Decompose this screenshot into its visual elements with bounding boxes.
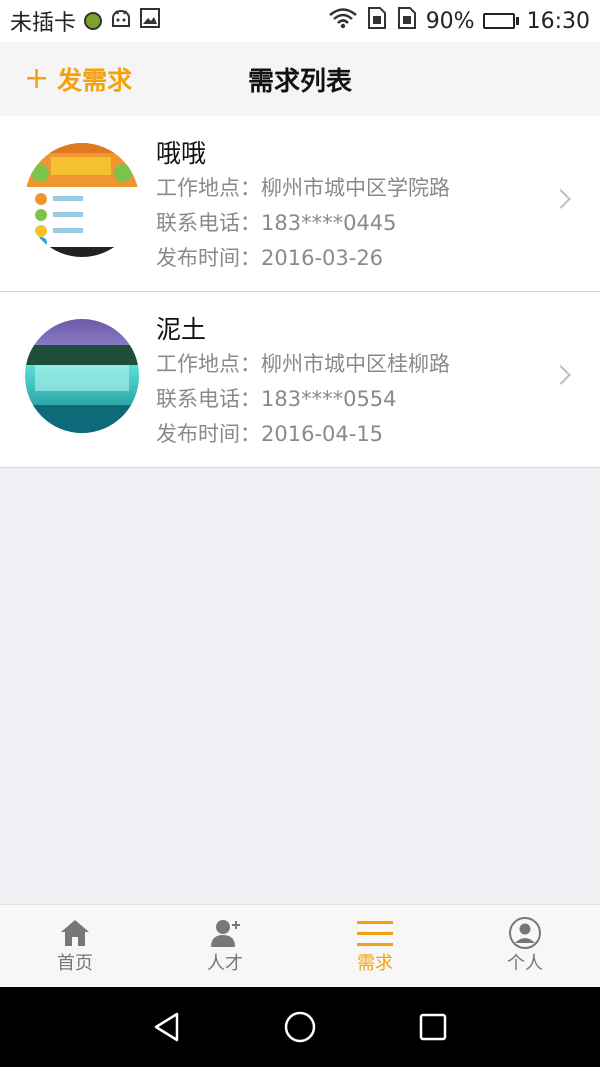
plus-icon: + bbox=[24, 61, 50, 96]
app-screenshot-avatar bbox=[25, 143, 139, 257]
post-demand-label: 发需求 bbox=[57, 66, 133, 95]
item-name: 泥土 bbox=[156, 315, 207, 344]
publish-date: 发布时间：2016-04-15 bbox=[156, 422, 384, 446]
battery-percent: 90% bbox=[425, 8, 475, 34]
tab-talent[interactable]: 人才 bbox=[150, 905, 300, 987]
profile-icon bbox=[505, 915, 545, 951]
list-item[interactable]: 哦哦 工作地点：柳州市城中区学院路 联系电话：183****0445 发布时间：… bbox=[0, 116, 600, 292]
sim-card-icon bbox=[396, 6, 418, 36]
work-location: 工作地点：柳州市城中区学院路 bbox=[156, 176, 450, 200]
publish-date: 发布时间：2016-03-26 bbox=[156, 246, 384, 270]
chevron-right-icon bbox=[551, 189, 571, 209]
sim-icon bbox=[84, 12, 103, 30]
wifi-icon bbox=[328, 7, 358, 35]
contact-phone: 联系电话：183****0445 bbox=[156, 211, 397, 235]
chevron-right-icon bbox=[551, 365, 571, 385]
waterfall-photo-avatar bbox=[25, 319, 139, 433]
contact-phone: 联系电话：183****0554 bbox=[156, 387, 397, 411]
header: + 发需求 需求列表 bbox=[0, 42, 600, 116]
status-left: 未插卡 bbox=[10, 5, 161, 37]
status-bar: 未插卡 90% 16:30 bbox=[0, 0, 600, 42]
item-name: 哦哦 bbox=[156, 139, 207, 168]
home-circle-icon[interactable] bbox=[275, 1002, 325, 1052]
battery-icon bbox=[482, 13, 519, 29]
person-add-icon bbox=[205, 915, 245, 951]
page-title: 需求列表 bbox=[247, 66, 352, 97]
carrier-text: 未插卡 bbox=[10, 11, 77, 36]
system-nav-bar bbox=[0, 987, 600, 1067]
image-icon bbox=[140, 8, 161, 34]
sim-card-icon bbox=[366, 6, 388, 36]
work-location: 工作地点：柳州市城中区桂柳路 bbox=[156, 352, 450, 376]
menu-list-icon bbox=[355, 915, 395, 951]
home-icon bbox=[55, 915, 95, 951]
post-demand-button[interactable]: + 发需求 bbox=[24, 42, 132, 116]
android-debug-icon bbox=[110, 8, 132, 34]
bottom-tab-bar: 首页 人才 需求 个人 bbox=[0, 904, 600, 987]
clock: 16:30 bbox=[526, 8, 590, 34]
tab-profile[interactable]: 个人 bbox=[450, 905, 600, 987]
recents-square-icon[interactable] bbox=[408, 1002, 458, 1052]
status-right: 90% 16:30 bbox=[328, 6, 590, 36]
tab-demand[interactable]: 需求 bbox=[300, 905, 450, 987]
demand-list: 哦哦 工作地点：柳州市城中区学院路 联系电话：183****0445 发布时间：… bbox=[0, 116, 600, 468]
back-icon[interactable] bbox=[142, 1002, 192, 1052]
list-item[interactable]: 泥土 工作地点：柳州市城中区桂柳路 联系电话：183****0554 发布时间：… bbox=[0, 292, 600, 468]
tab-home[interactable]: 首页 bbox=[0, 905, 150, 987]
